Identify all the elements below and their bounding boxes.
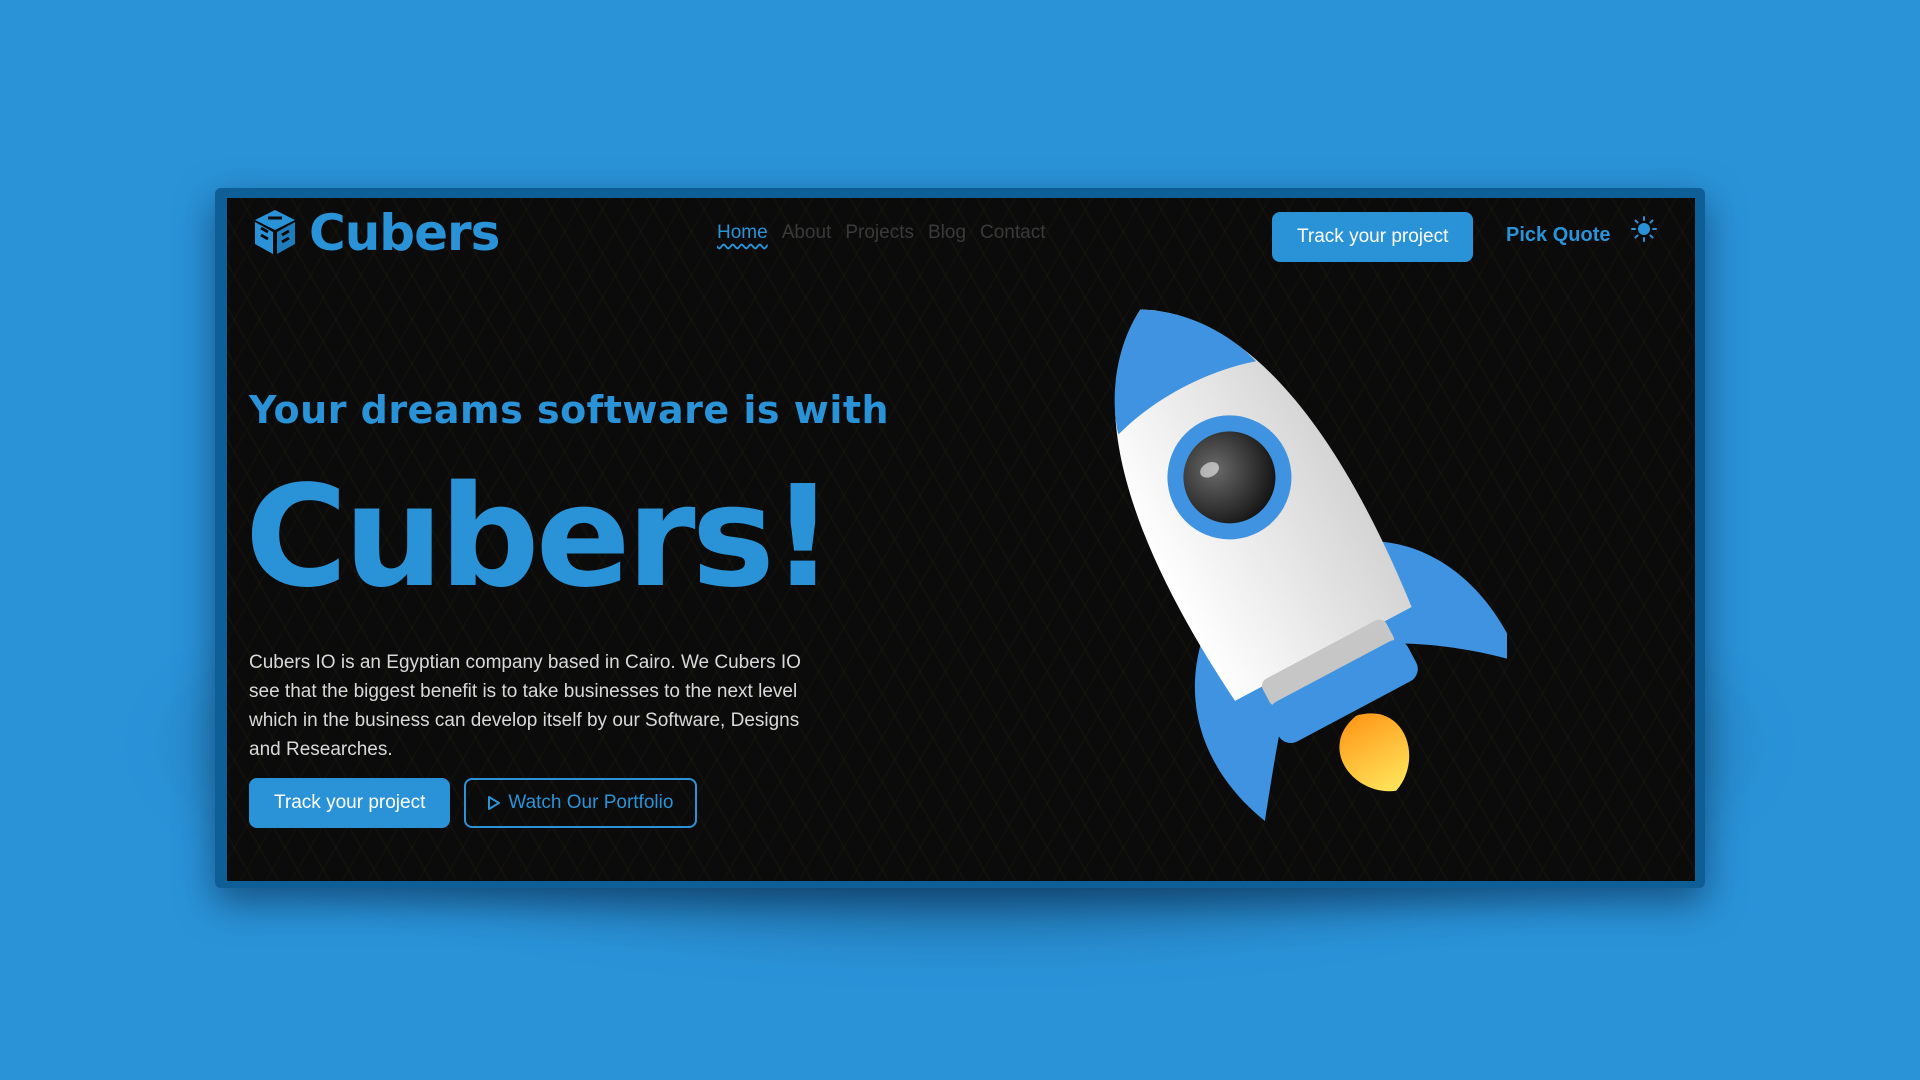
hero-actions: Track your project Watch Our Portfolio [249, 778, 698, 828]
brand-name: Cubers [309, 204, 500, 262]
rocket-illustration [1114, 309, 1507, 821]
nav-item-projects[interactable]: Projects [845, 222, 914, 244]
nav-item-blog[interactable]: Blog [928, 222, 966, 244]
play-icon [488, 796, 501, 810]
pick-quote-link[interactable]: Pick Quote [1506, 224, 1610, 247]
nav-item-about[interactable]: About [782, 222, 832, 244]
website-screen: Cubers Home About Projects Blog Contact … [227, 198, 1695, 881]
hero-title: Cubers! [245, 456, 835, 619]
hero-subtitle: Your dreams software is with [249, 388, 890, 432]
header-track-project-button[interactable]: Track your project [1272, 212, 1474, 262]
nav-item-home[interactable]: Home [717, 222, 768, 244]
watch-portfolio-button[interactable]: Watch Our Portfolio [464, 778, 698, 828]
brand-logo[interactable]: Cubers [251, 204, 500, 262]
hero-description: Cubers IO is an Egyptian company based i… [249, 652, 801, 760]
track-project-button[interactable]: Track your project [249, 778, 451, 828]
main-nav: Home About Projects Blog Contact [717, 222, 1046, 244]
cube-logo-icon [255, 210, 295, 254]
sun-icon[interactable] [1631, 216, 1657, 242]
nav-item-contact[interactable]: Contact [980, 222, 1045, 244]
stage: Cubers Home About Projects Blog Contact … [0, 0, 1920, 1080]
watch-portfolio-label: Watch Our Portfolio [508, 792, 674, 813]
